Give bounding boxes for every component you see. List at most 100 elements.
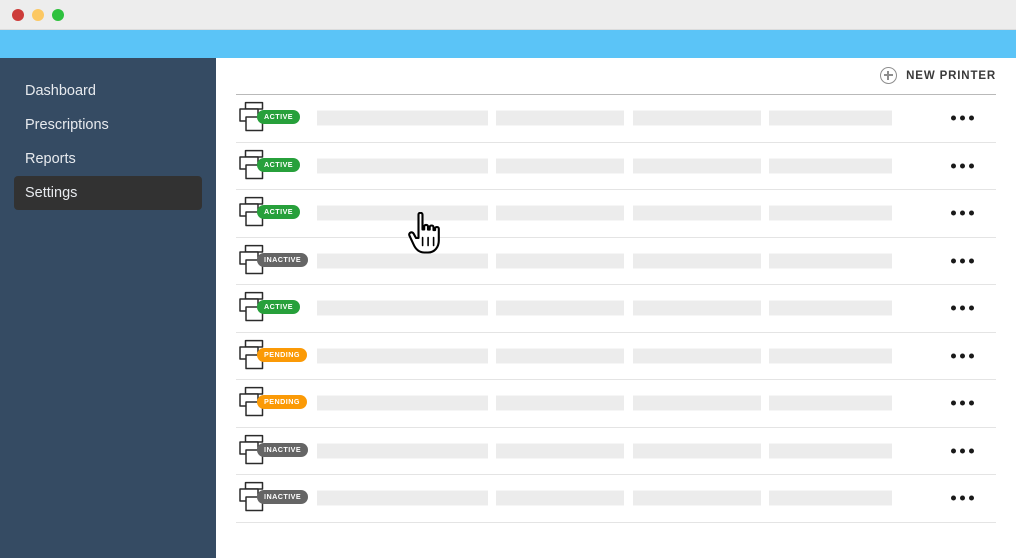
status-badge: PENDING xyxy=(257,395,307,410)
placeholder-bar-1 xyxy=(317,348,488,364)
placeholder-bar-1 xyxy=(317,253,488,269)
placeholder-bar-1 xyxy=(317,395,488,411)
placeholder-bar-3 xyxy=(633,253,761,269)
status-badge: ACTIVE xyxy=(257,300,301,315)
placeholder-bar-3 xyxy=(633,300,761,316)
ellipsis-dot xyxy=(960,448,965,454)
row-overflow-menu-icon[interactable] xyxy=(951,163,974,169)
placeholder-bar-4 xyxy=(769,395,892,411)
printer-row[interactable]: PENDING xyxy=(236,333,996,380)
printer-row[interactable]: ACTIVE xyxy=(236,143,996,190)
ellipsis-dot xyxy=(960,115,965,121)
sidebar-item-prescriptions[interactable]: Prescriptions xyxy=(14,108,202,142)
placeholder-bar-1 xyxy=(317,158,488,174)
printer-rows: ACTIVE ACTIVE ACTIVE INACTIVE ACTIVE PENDING P… xyxy=(236,95,996,523)
placeholder-bar-1 xyxy=(317,205,488,221)
row-overflow-menu-icon[interactable] xyxy=(951,495,974,501)
window-controls xyxy=(12,9,64,21)
row-overflow-menu-icon[interactable] xyxy=(951,305,974,311)
status-badge: ACTIVE xyxy=(257,157,301,172)
ellipsis-dot xyxy=(960,258,965,264)
sidebar: Dashboard Prescriptions Reports Settings xyxy=(0,58,216,558)
row-overflow-menu-icon[interactable] xyxy=(951,210,974,216)
status-badge: INACTIVE xyxy=(257,490,309,505)
sidebar-nav-list: Dashboard Prescriptions Reports Settings xyxy=(0,58,216,210)
placeholder-bar-2 xyxy=(496,253,624,269)
ellipsis-dot xyxy=(951,115,956,121)
row-overflow-menu-icon[interactable] xyxy=(951,115,974,121)
maximize-window-icon[interactable] xyxy=(52,9,64,21)
ellipsis-dot xyxy=(969,305,974,311)
app-accent-bar xyxy=(0,30,1016,58)
placeholder-bar-2 xyxy=(496,158,624,174)
ellipsis-dot xyxy=(951,448,956,454)
placeholder-bar-2 xyxy=(496,395,624,411)
placeholder-bar-4 xyxy=(769,300,892,316)
content-header: NEW PRINTER xyxy=(216,58,1016,92)
ellipsis-dot xyxy=(951,400,956,406)
placeholder-bar-3 xyxy=(633,348,761,364)
ellipsis-dot xyxy=(969,448,974,454)
sidebar-item-reports[interactable]: Reports xyxy=(14,142,202,176)
placeholder-bar-2 xyxy=(496,490,624,506)
printer-row[interactable]: INACTIVE xyxy=(236,428,996,475)
sidebar-item-dashboard[interactable]: Dashboard xyxy=(14,74,202,108)
placeholder-bar-2 xyxy=(496,348,624,364)
printer-row[interactable]: PENDING xyxy=(236,380,996,428)
printer-row[interactable]: ACTIVE xyxy=(236,190,996,238)
placeholder-bar-1 xyxy=(317,443,488,459)
ellipsis-dot xyxy=(951,210,956,216)
main-content: NEW PRINTER ACTIVE ACTIVE ACTIVE INACTIVE AC… xyxy=(216,58,1016,558)
placeholder-bar-2 xyxy=(496,443,624,459)
placeholder-bar-4 xyxy=(769,205,892,221)
row-overflow-menu-icon[interactable] xyxy=(951,448,974,454)
placeholder-bar-1 xyxy=(317,490,488,506)
sidebar-item-settings[interactable]: Settings xyxy=(14,176,202,210)
status-badge: PENDING xyxy=(257,347,307,362)
placeholder-bar-4 xyxy=(769,490,892,506)
ellipsis-dot xyxy=(960,353,965,359)
printer-row[interactable]: ACTIVE xyxy=(236,95,996,143)
ellipsis-dot xyxy=(969,210,974,216)
ellipsis-dot xyxy=(960,305,965,311)
printer-row[interactable]: INACTIVE xyxy=(236,475,996,523)
ellipsis-dot xyxy=(951,305,956,311)
placeholder-bar-4 xyxy=(769,348,892,364)
minimize-window-icon[interactable] xyxy=(32,9,44,21)
ellipsis-dot xyxy=(969,353,974,359)
status-badge: ACTIVE xyxy=(257,110,301,125)
placeholder-bar-3 xyxy=(633,490,761,506)
printer-row[interactable]: INACTIVE xyxy=(236,238,996,285)
ellipsis-dot xyxy=(969,400,974,406)
ellipsis-dot xyxy=(969,258,974,264)
ellipsis-dot xyxy=(960,163,965,169)
row-overflow-menu-icon[interactable] xyxy=(951,400,974,406)
placeholder-bar-4 xyxy=(769,443,892,459)
ellipsis-dot xyxy=(951,258,956,264)
placeholder-bar-4 xyxy=(769,158,892,174)
ellipsis-dot xyxy=(951,353,956,359)
placeholder-bar-4 xyxy=(769,253,892,269)
ellipsis-dot xyxy=(951,163,956,169)
status-badge: ACTIVE xyxy=(257,205,301,220)
placeholder-bar-4 xyxy=(769,110,892,126)
printer-row[interactable]: ACTIVE xyxy=(236,285,996,333)
placeholder-bar-3 xyxy=(633,443,761,459)
row-overflow-menu-icon[interactable] xyxy=(951,258,974,264)
plus-circle-icon xyxy=(880,67,898,84)
placeholder-bar-2 xyxy=(496,300,624,316)
new-printer-button[interactable]: NEW PRINTER xyxy=(880,67,996,84)
placeholder-bar-1 xyxy=(317,110,488,126)
status-badge: INACTIVE xyxy=(257,442,309,457)
ellipsis-dot xyxy=(969,115,974,121)
printer-list: ACTIVE ACTIVE ACTIVE INACTIVE ACTIVE PENDING P… xyxy=(236,94,996,523)
placeholder-bar-3 xyxy=(633,158,761,174)
close-window-icon[interactable] xyxy=(12,9,24,21)
row-overflow-menu-icon[interactable] xyxy=(951,353,974,359)
placeholder-bar-2 xyxy=(496,110,624,126)
ellipsis-dot xyxy=(951,495,956,501)
placeholder-bar-3 xyxy=(633,205,761,221)
placeholder-bar-3 xyxy=(633,110,761,126)
placeholder-bar-2 xyxy=(496,205,624,221)
ellipsis-dot xyxy=(960,400,965,406)
